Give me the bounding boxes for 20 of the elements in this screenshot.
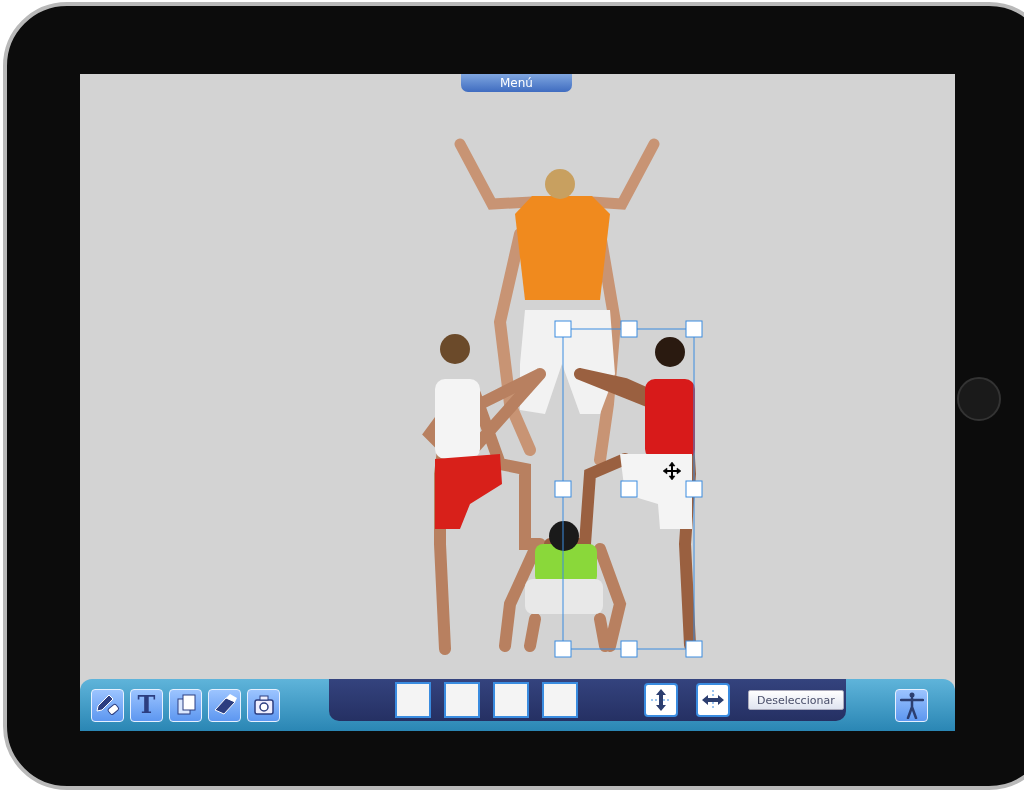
text-tool-button[interactable]: T [130, 688, 163, 722]
text-tool-glyph: T [137, 693, 156, 717]
flip-vertical-button[interactable] [644, 683, 678, 717]
pose-thumbnail[interactable] [395, 682, 431, 718]
pencil-tool-button[interactable] [91, 688, 124, 722]
human-figure-icon [899, 691, 924, 719]
camera-tool-button[interactable] [247, 688, 280, 722]
menu-tab[interactable]: Menú [461, 74, 572, 92]
camera-icon [251, 693, 276, 717]
deselect-button[interactable]: Deseleccionar [748, 690, 844, 710]
pose-thumbnail[interactable] [444, 682, 480, 718]
layers-tool-button[interactable] [169, 688, 202, 722]
eraser-tool-button[interactable] [208, 688, 241, 722]
move-cursor-icon [662, 461, 682, 481]
selection-box[interactable] [554, 320, 703, 658]
flip-horizontal-button[interactable] [696, 683, 730, 717]
pencil-eraser-icon [94, 692, 121, 718]
pose-thumbnail[interactable] [493, 682, 529, 718]
figure-button[interactable] [895, 688, 928, 722]
pose-thumbnail[interactable] [542, 682, 578, 718]
